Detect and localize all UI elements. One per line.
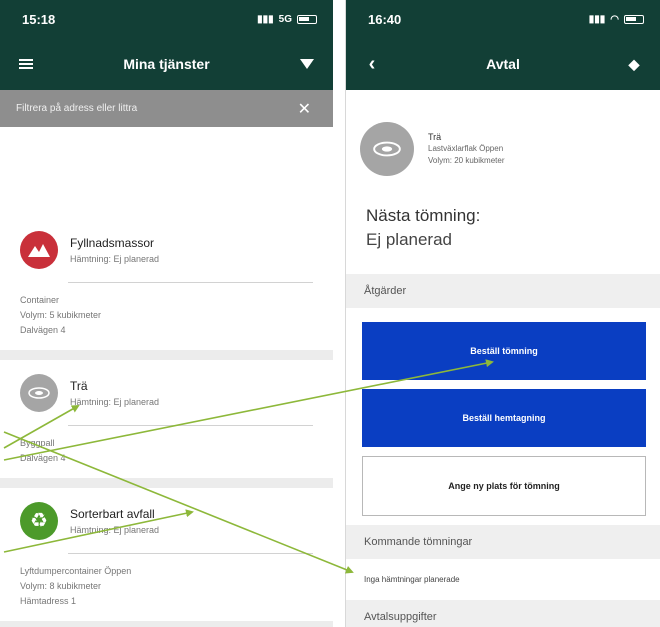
filter-search-bar[interactable]: Filtrera på adress eller littra ✕: [0, 90, 333, 127]
service-pickup-status: Hämtning: Ej planerad: [70, 524, 160, 535]
card-separator: [0, 350, 333, 360]
new-location-button[interactable]: Ange ny plats för tömning: [362, 456, 646, 516]
card-separator: [0, 621, 333, 627]
phone-screen-service-list: 15:18 ▮▮▮ 5G Mina tjänster Filtrera på a…: [0, 0, 333, 627]
service-details: Lyftdumpercontainer Öppen Volym: 8 kubik…: [20, 566, 132, 606]
menu-button[interactable]: [4, 38, 48, 90]
service-type: Lastväxlarflak Öppen: [428, 144, 504, 153]
service-card[interactable]: Trä Hämtning: Ej planerad Byggpall Dalvä…: [0, 360, 333, 472]
chevron-left-icon: ‹: [368, 52, 376, 75]
service-title: Trä: [70, 378, 88, 393]
wood-icon: [360, 122, 414, 176]
contract-summary: Trä Lastväxlarflak Öppen Volym: 20 kubik…: [346, 90, 660, 194]
wifi-icon: ◠: [610, 13, 619, 25]
network-label: 5G: [278, 13, 292, 25]
status-time: 15:18: [22, 11, 56, 27]
filter-placeholder: Filtrera på adress eller littra: [16, 103, 138, 114]
wood-icon: [20, 373, 58, 412]
hamburger-icon: [19, 59, 33, 69]
battery-icon: [624, 14, 644, 24]
service-details: Byggpall Dalvägen 4: [20, 438, 66, 463]
signal-icon: ▮▮▮: [257, 13, 274, 25]
filter-icon: [300, 59, 314, 69]
signal-icon: ▮▮▮: [588, 13, 606, 25]
upcoming-empty-text: Inga hämtningar planerade: [364, 575, 460, 584]
service-volume: Volym: 20 kubikmeter: [428, 156, 505, 165]
service-card[interactable]: ♻ Sorterbart avfall Hämtning: Ej planera…: [0, 488, 333, 615]
next-emptying-label: Nästa tömning:: [366, 206, 481, 225]
nav-bar: ‹ Avtal ◆: [346, 38, 660, 90]
mountain-icon: [20, 230, 58, 269]
status-bar: 16:40 ▮▮▮ ◠: [346, 0, 660, 38]
page-title: Mina tjänster: [123, 56, 210, 72]
service-title: Trä: [428, 132, 442, 142]
upcoming-header: Kommande tömningar: [346, 525, 660, 559]
contract-details-header: Avtalsuppgifter: [346, 600, 660, 627]
service-card[interactable]: Fyllnadsmassor Hämtning: Ej planerad Con…: [0, 217, 333, 344]
service-title: Fyllnadsmassor: [70, 235, 155, 250]
card-separator: [0, 478, 333, 488]
close-icon[interactable]: ✕: [298, 99, 311, 119]
battery-icon: [297, 14, 317, 24]
back-button[interactable]: ‹: [350, 38, 394, 90]
directions-icon: ◆: [628, 55, 640, 72]
status-time: 16:40: [368, 11, 402, 27]
filter-button[interactable]: [285, 38, 329, 90]
directions-button[interactable]: ◆: [612, 38, 656, 90]
service-pickup-status: Hämtning: Ej planerad: [70, 253, 160, 264]
service-title: Sorterbart avfall: [70, 506, 155, 521]
order-pickup-button[interactable]: Beställ hemtagning: [362, 389, 646, 447]
order-emptying-button[interactable]: Beställ tömning: [362, 322, 646, 380]
phone-screen-contract: 16:40 ▮▮▮ ◠ ‹ Avtal ◆ Trä Lastväxlarflak…: [345, 0, 660, 627]
actions-header: Åtgärder: [346, 274, 660, 308]
nav-bar: Mina tjänster: [0, 38, 333, 90]
next-emptying-value: Ej planerad: [366, 230, 453, 249]
service-details: Container Volym: 5 kubikmeter Dalvägen 4: [20, 295, 102, 335]
status-bar: 15:18 ▮▮▮ 5G: [0, 0, 333, 38]
page-title: Avtal: [486, 56, 520, 72]
service-pickup-status: Hämtning: Ej planerad: [70, 396, 160, 407]
recycle-icon: ♻: [20, 501, 58, 540]
